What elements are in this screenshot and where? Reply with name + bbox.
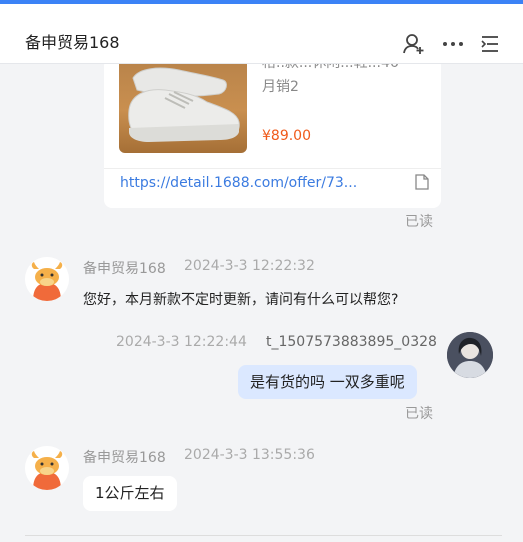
product-link[interactable]: https://detail.1688.com/offer/73... xyxy=(120,175,370,191)
product-title: 格..款...休闲...鞋...46 xyxy=(262,64,399,72)
message-time: 2024-3-3 12:22:32 xyxy=(184,258,315,274)
product-price: ¥89.00 xyxy=(262,128,311,144)
list-menu-icon[interactable] xyxy=(479,33,501,55)
message-sender: t_1507573883895_0328 xyxy=(266,334,437,350)
product-card[interactable]: 格..款...休闲...鞋...46 月销2 ¥89.00 https://de… xyxy=(104,64,441,208)
user-avatar[interactable] xyxy=(447,332,493,378)
product-image[interactable] xyxy=(119,64,247,153)
document-icon[interactable] xyxy=(415,174,429,194)
card-divider xyxy=(104,168,441,169)
seller-avatar[interactable] xyxy=(25,257,69,301)
user-add-icon[interactable] xyxy=(403,33,425,55)
read-status: 已读 xyxy=(405,406,433,422)
product-sales: 月销2 xyxy=(262,79,299,95)
message-bubble: 1公斤左右 xyxy=(83,476,177,511)
message-bubble: 是有货的吗 一双多重呢 xyxy=(238,365,417,399)
seller-avatar[interactable] xyxy=(25,446,69,490)
message-time: 2024-3-3 13:55:36 xyxy=(184,447,315,463)
more-dots-icon[interactable] xyxy=(442,33,464,55)
chat-header: 备申贸易168 xyxy=(0,4,523,64)
message-time: 2024-3-3 12:22:44 xyxy=(116,334,247,350)
message-sender: 备申贸易168 xyxy=(83,450,166,466)
message-sender: 备申贸易168 xyxy=(83,261,166,277)
chat-message-list[interactable]: 格..款...休闲...鞋...46 月销2 ¥89.00 https://de… xyxy=(0,64,523,542)
read-status: 已读 xyxy=(405,214,433,230)
shop-name: 备申贸易168 xyxy=(25,33,120,52)
input-divider xyxy=(25,535,502,536)
message-text: 您好，本月新款不定时更新，请问有什么可以帮您? xyxy=(83,292,399,308)
